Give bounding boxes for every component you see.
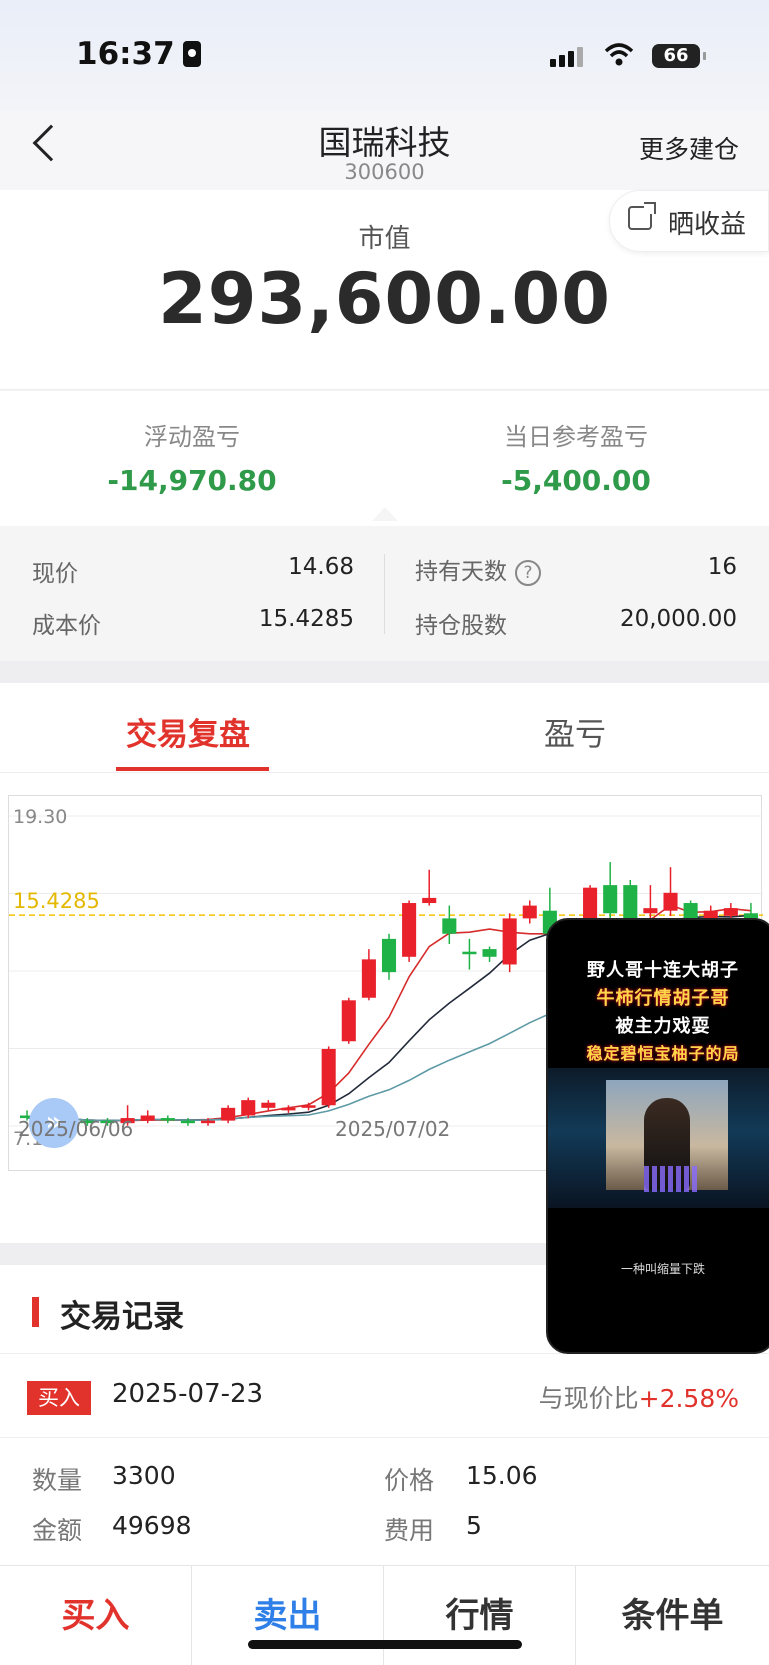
quote-button[interactable]: 行情 [384,1566,576,1665]
fee-label: 费用 [384,1516,435,1545]
daily-pnl: 当日参考盈亏 -5,400.00 [384,417,768,497]
conditional-order-button[interactable]: 条件单 [576,1566,769,1665]
section-gap [0,661,769,683]
help-icon[interactable]: ? [515,560,541,586]
nav-bar: 国瑞科技 300600 更多建仓 [0,110,769,190]
battery-icon: 66 [652,44,706,68]
floating-pnl-value: -14,970.80 [107,464,277,497]
divider [384,554,385,634]
compare-value: +2.58% [638,1384,739,1413]
bottom-action-bar: 买入 卖出 行情 条件单 [0,1565,769,1665]
share-profit-label: 晒收益 [668,210,747,240]
sell-button[interactable]: 卖出 [192,1566,384,1665]
date-mid-label: 2025/07/02 [335,1117,451,1141]
cellular-signal-icon [550,47,586,71]
cost-label: 成本价 [32,613,101,639]
amount-label: 金额 [32,1516,83,1545]
holding-days: 持有天数? [415,552,541,586]
shares-label: 持仓股数 [415,613,507,639]
amount-value: 49698 [112,1511,192,1540]
candle-body [361,959,376,998]
market-value: 293,600.00 [158,258,611,340]
compare-label: 与现价比 [538,1384,639,1413]
holding-days-label: 持有天数 [415,559,507,585]
pointer-arrow [372,507,398,521]
divider [0,1437,769,1438]
candle-body [482,949,497,957]
share-profit-button[interactable]: 晒收益 [609,190,769,252]
wifi-icon [604,43,634,66]
candle-body [663,892,678,911]
date-start-label: 2025/06/06 [18,1117,134,1141]
qty-value: 3300 [112,1461,176,1490]
daily-pnl-label: 当日参考盈亏 [504,423,648,451]
video-text-line4: 稳定碧恒宝柚子的局 [586,1044,740,1063]
floating-pnl: 浮动盈亏 -14,970.80 [0,417,384,497]
candle-body [603,885,618,914]
candle-body [321,1048,336,1106]
record-date: 2025-07-23 [112,1379,264,1409]
status-bar: 16:37 66 [0,0,769,110]
buy-button[interactable]: 买入 [0,1566,192,1665]
daily-pnl-value: -5,400.00 [501,464,651,497]
home-indicator [248,1640,522,1649]
candle-body [221,1107,236,1121]
cost-line-label: 15.4285 [13,889,100,913]
floating-pnl-label: 浮动盈亏 [144,423,240,451]
candle-body [502,918,517,965]
price-label: 现价 [32,561,78,587]
cost-value: 15.4285 [258,606,354,632]
candle-body [522,905,537,919]
position-details: 现价 14.68 成本价 15.4285 持有天数? 16 持仓股数 20,00… [0,526,769,661]
status-time: 16:37 [76,36,201,72]
candle-body [442,918,457,934]
y-max-label: 19.30 [13,806,68,828]
price-value: 14.68 [288,554,354,580]
share-icon [628,202,656,230]
pnl-card: 浮动盈亏 -14,970.80 当日参考盈亏 -5,400.00 [0,391,769,526]
time-text: 16:37 [76,36,175,72]
candle-body [140,1115,155,1121]
candle-body [301,1105,316,1108]
holding-days-value: 16 [707,554,737,580]
video-text-line3: 被主力戏耍 [615,1016,711,1037]
qty-label: 数量 [32,1466,83,1495]
record-price-value: 15.06 [466,1461,538,1490]
market-value-card: 市值 293,600.00 晒收益 [0,190,769,390]
candle-body [241,1100,256,1116]
record-compare: 与现价比+2.58% [539,1379,739,1415]
tab-active-underline [116,767,269,771]
video-caption: 一种叫缩量下跌 [620,1262,705,1276]
candle-body [281,1107,296,1111]
candle-body [261,1102,276,1108]
candle-body [402,903,417,957]
candle-body [180,1120,195,1124]
tab-trade-review[interactable]: 交易复盘 [126,709,250,754]
shares-value: 20,000.00 [619,606,737,632]
candle-body [381,938,397,973]
candle-body [643,908,658,914]
person-badge-icon [182,41,201,67]
floating-video-overlay[interactable]: 野人哥十连大胡子 牛柿行情胡子哥 被主力戏耍 稳定碧恒宝柚子的局 一种叫缩量下跌 [546,918,769,1354]
fee-value: 5 [466,1511,482,1540]
more-positions-button[interactable]: 更多建仓 [639,130,739,166]
candle-body [200,1120,216,1124]
records-title: 交易记录 [60,1299,184,1335]
buy-tag-badge: 买入 [27,1381,91,1415]
candle-body [160,1118,175,1121]
record-price-label: 价格 [384,1466,435,1495]
video-text-line2: 牛柿行情胡子哥 [596,988,730,1009]
review-tabs: 交易复盘 盈亏 [0,683,769,773]
video-text-line1: 野人哥十连大胡子 [587,960,739,981]
candle-body [341,1000,356,1042]
candle-body [422,897,437,904]
section-accent-bar [32,1297,39,1327]
equalizer-icon [644,1166,700,1192]
tab-pnl[interactable]: 盈亏 [544,709,606,754]
candle-body [723,908,738,916]
candle-body [462,951,477,955]
